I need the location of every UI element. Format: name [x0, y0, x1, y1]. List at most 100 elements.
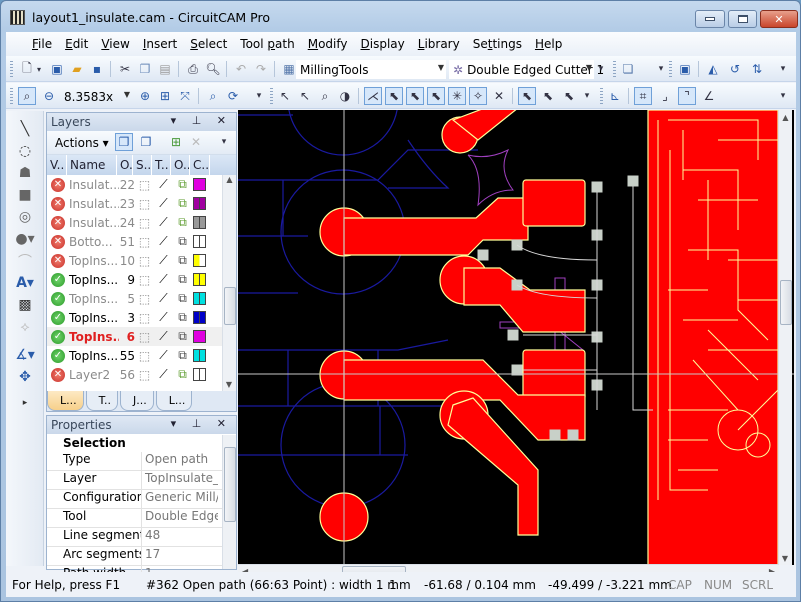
- zoom-out-icon[interactable]: ⊖: [40, 87, 58, 105]
- layer-row[interactable]: ✓ TopIns... 55 ⬚ ⟋ ⧉: [47, 346, 236, 365]
- layer-row[interactable]: ✕ Botto... 51 ⬚ ⟋ ⧉: [47, 232, 236, 251]
- menu-modify[interactable]: Modify: [302, 37, 354, 51]
- filled-polygon-tool-icon[interactable]: ☗: [14, 163, 36, 183]
- paste-icon[interactable]: ▤: [156, 60, 174, 78]
- actions-menu[interactable]: Actions ▾: [55, 136, 109, 150]
- toolbar-overflow-icon[interactable]: ▾: [219, 133, 229, 151]
- panel-tab[interactable]: T..: [85, 391, 119, 411]
- select-add-icon[interactable]: ⬉: [539, 87, 557, 105]
- zoom-all-icon[interactable]: ⊞: [156, 87, 174, 105]
- selectable-icon[interactable]: ⬚: [135, 368, 154, 382]
- selectable-icon[interactable]: ⬚: [135, 311, 154, 325]
- tool-link-icon[interactable]: ⟋: [154, 272, 173, 287]
- layer-row[interactable]: ✕ Insulat... 23 ⬚ ⟋ ⧉: [47, 194, 236, 213]
- toolbar-overflow-icon[interactable]: ▾: [254, 87, 264, 105]
- column-header[interactable]: T..: [152, 155, 171, 175]
- column-header[interactable]: O..: [171, 155, 190, 175]
- open-folder-icon[interactable]: ▰: [68, 60, 86, 78]
- property-row[interactable]: ToolDouble Edged: [47, 509, 236, 528]
- layer-color-swatch[interactable]: [193, 178, 206, 191]
- coordinate-system-icon[interactable]: ⊾: [606, 87, 624, 105]
- zoom-level-select[interactable]: 8.3583x ▼: [60, 87, 132, 106]
- select-by-zoom-icon[interactable]: ⌕: [316, 87, 334, 105]
- arc-tool-icon[interactable]: ⌒: [14, 251, 36, 271]
- output-icon[interactable]: ⧉: [173, 348, 192, 363]
- snap-rect-icon[interactable]: ⌗: [634, 87, 652, 105]
- column-header[interactable]: S...: [133, 155, 152, 175]
- menu-file[interactable]: File: [26, 37, 58, 51]
- selectable-icon[interactable]: ⬚: [135, 197, 154, 211]
- zoom-window-icon[interactable]: ⌕: [18, 87, 36, 105]
- redraw-icon[interactable]: ⟳: [224, 87, 242, 105]
- selectable-icon[interactable]: ⬚: [135, 216, 154, 230]
- rectangle-tool-icon[interactable]: ■: [14, 185, 36, 205]
- menu-display[interactable]: Display: [355, 37, 411, 51]
- text-tool-icon[interactable]: A▾: [14, 273, 36, 293]
- cut-icon[interactable]: ✂: [116, 60, 134, 78]
- layer-color-swatch[interactable]: [193, 197, 206, 210]
- redo-icon[interactable]: ↷: [252, 60, 270, 78]
- new-dropdown-icon[interactable]: ▾: [34, 60, 44, 78]
- menu-library[interactable]: Library: [412, 37, 466, 51]
- select-point-icon[interactable]: ↖: [296, 87, 314, 105]
- panel-tab[interactable]: L...: [47, 391, 84, 411]
- scroll-up-icon[interactable]: ▲: [223, 175, 236, 184]
- zoom-previous-icon[interactable]: ⌕: [204, 87, 222, 105]
- layer-color-swatch[interactable]: [193, 273, 206, 286]
- tool-link-icon[interactable]: ⟋: [154, 215, 173, 230]
- layer-row[interactable]: ✕ Insulat... 24 ⬚ ⟋ ⧉: [47, 213, 236, 232]
- toolbar-overflow-icon[interactable]: ▾: [656, 60, 666, 78]
- selectable-icon[interactable]: ⬚: [135, 178, 154, 192]
- add-layer-icon[interactable]: ⊞: [167, 133, 185, 151]
- layer-color-swatch[interactable]: [193, 330, 206, 343]
- selectable-icon[interactable]: ⬚: [135, 254, 154, 268]
- toolbar-overflow-icon[interactable]: ▾: [778, 87, 788, 105]
- hidden-x-icon[interactable]: ✕: [51, 196, 65, 211]
- hidden-x-icon[interactable]: ✕: [51, 367, 65, 382]
- select-line-icon[interactable]: ⋌: [364, 87, 382, 105]
- tool-link-icon[interactable]: ⟋: [154, 177, 173, 192]
- property-value[interactable]: Generic Mill/D: [142, 490, 218, 508]
- delete-layer-icon[interactable]: ✕: [187, 133, 205, 151]
- toolbar-overflow-icon[interactable]: ▾: [596, 60, 606, 78]
- tool-link-icon[interactable]: ⟋: [154, 348, 173, 363]
- layer-color-swatch[interactable]: [193, 311, 206, 324]
- toolbar-overflow-icon[interactable]: ▾: [582, 87, 592, 105]
- menu-select[interactable]: Select: [184, 37, 233, 51]
- column-header[interactable]: C..: [190, 155, 210, 175]
- selectable-icon[interactable]: ⬚: [135, 292, 154, 306]
- open-project-icon[interactable]: ▣: [48, 60, 66, 78]
- snap-point-icon[interactable]: ⌟: [656, 87, 674, 105]
- output-icon[interactable]: ⧉: [173, 215, 192, 230]
- layer-color-swatch[interactable]: [193, 216, 206, 229]
- layer-color-swatch[interactable]: [193, 292, 206, 305]
- layers-window-icon[interactable]: ❏: [619, 60, 637, 78]
- tool-link-icon[interactable]: ⟋: [154, 253, 173, 268]
- output-icon[interactable]: ⧉: [173, 253, 192, 268]
- output-icon[interactable]: ⧉: [173, 291, 192, 306]
- select-replace-icon[interactable]: ⬉: [518, 87, 536, 105]
- property-value[interactable]: Double Edged: [142, 509, 218, 527]
- scroll-down-icon[interactable]: ▼: [223, 380, 235, 389]
- deselect-icon[interactable]: ✕: [490, 87, 508, 105]
- snap-corner-icon[interactable]: ⌝: [678, 87, 696, 105]
- layer-color-swatch[interactable]: [193, 349, 206, 362]
- print-preview-icon[interactable]: 🔍︎: [204, 60, 222, 78]
- menu-tool-path[interactable]: Tool path: [234, 37, 300, 51]
- maximize-button[interactable]: [728, 10, 757, 28]
- copy-icon[interactable]: ❐: [136, 60, 154, 78]
- tool-library-select[interactable]: MillingTools ▼: [296, 60, 446, 79]
- output-icon[interactable]: ⧉: [173, 272, 192, 287]
- hidden-x-icon[interactable]: ✕: [51, 253, 65, 268]
- panel-tab[interactable]: J...: [120, 391, 154, 411]
- select-contrast-icon[interactable]: ◑: [336, 87, 354, 105]
- menu-settings[interactable]: Settings: [467, 37, 528, 51]
- properties-scrollbar[interactable]: [222, 435, 236, 569]
- output-icon[interactable]: ⧉: [173, 177, 192, 192]
- scroll-down-icon[interactable]: ▼: [779, 554, 791, 563]
- layer-row[interactable]: ✕ Insulat... 22 ⬚ ⟋ ⧉: [47, 175, 236, 194]
- toolbar-grip[interactable]: [10, 61, 13, 77]
- expand-toolbar-icon[interactable]: ▸: [14, 393, 36, 413]
- angle-tool-icon[interactable]: ∡▾: [14, 345, 36, 365]
- column-header[interactable]: V..: [47, 155, 67, 175]
